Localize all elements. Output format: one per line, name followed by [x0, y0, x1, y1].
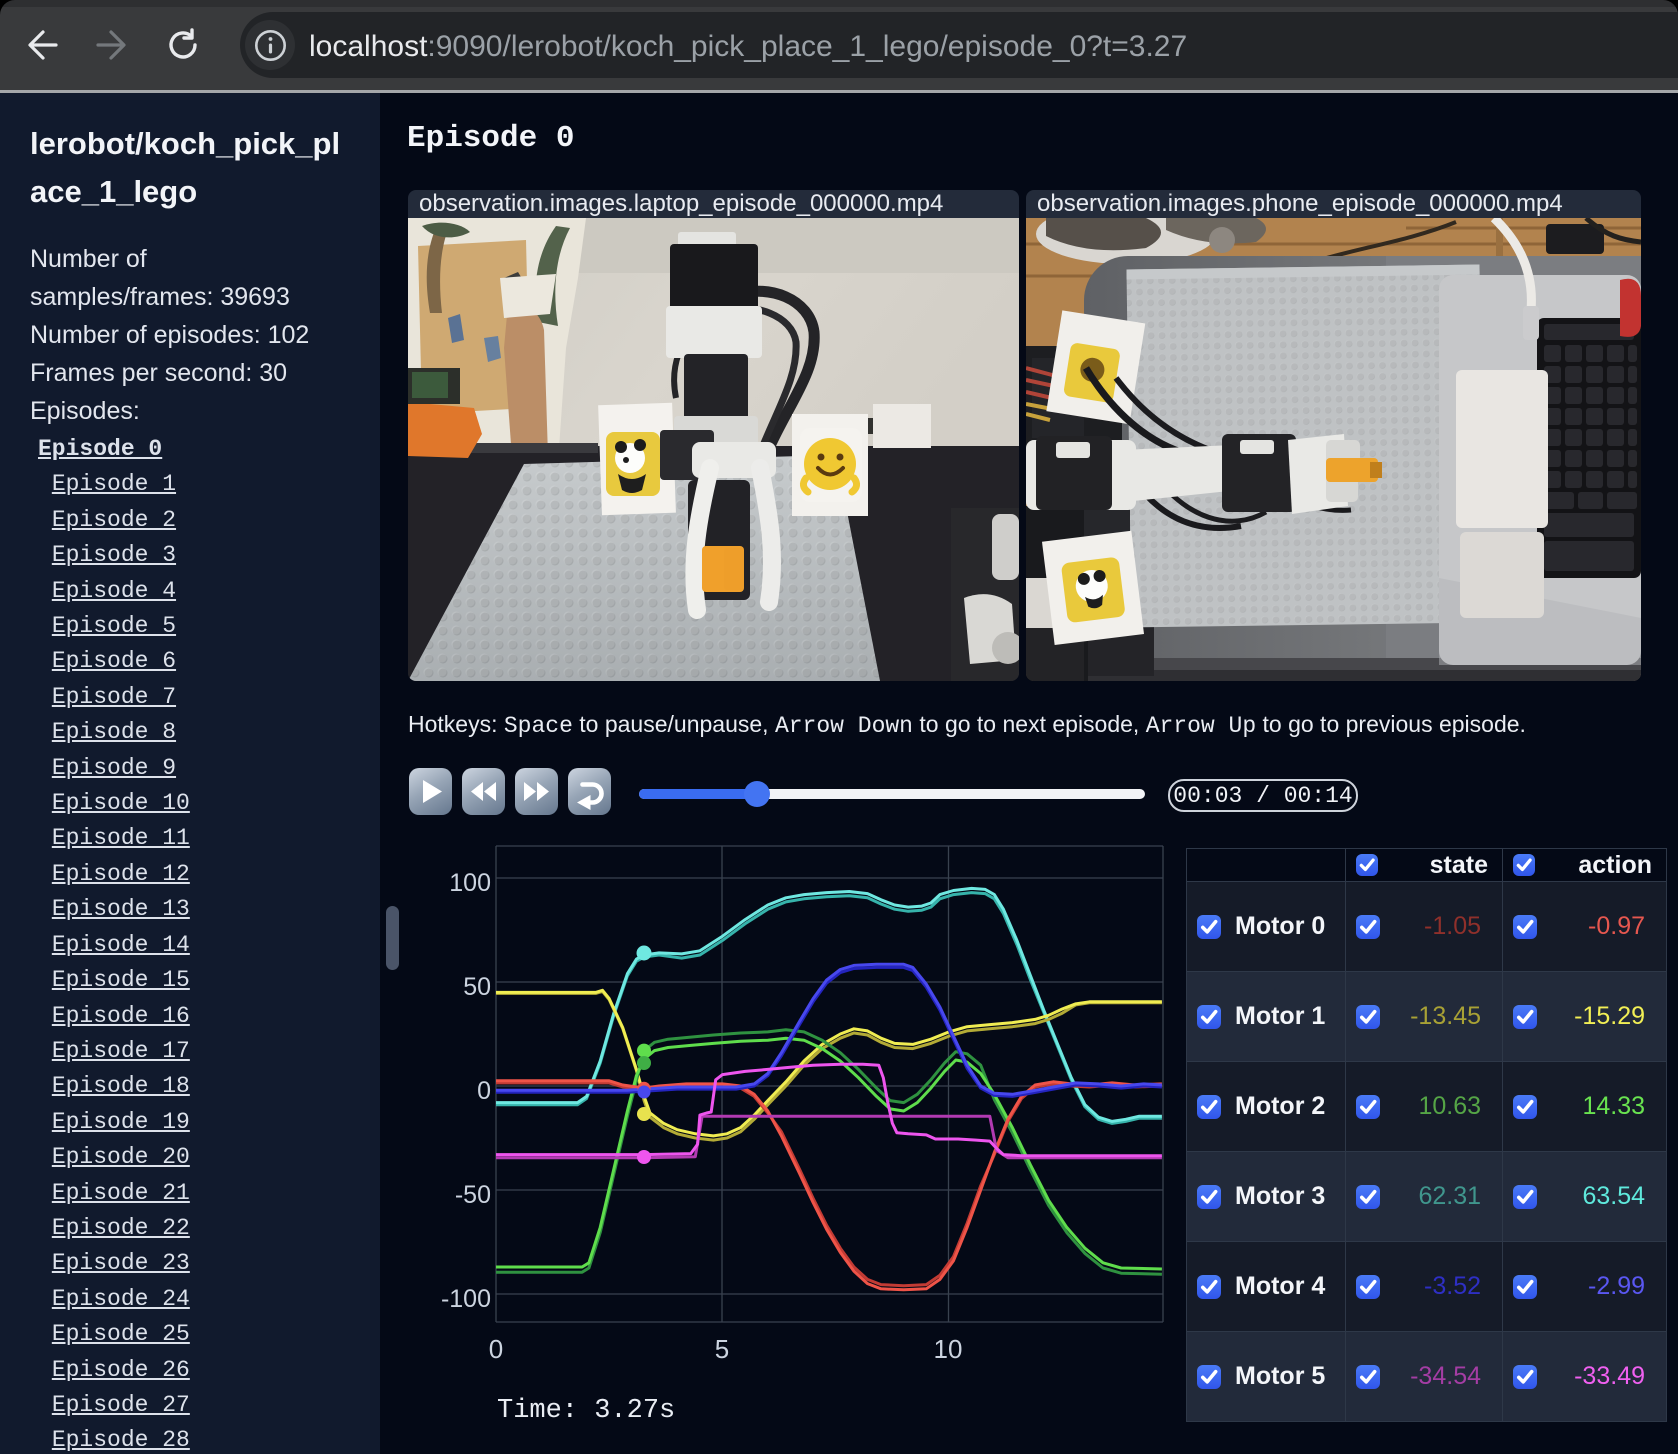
- svg-text:Time: 3.27s: Time: 3.27s: [497, 1396, 675, 1426]
- svg-text:0: 0: [489, 1334, 503, 1364]
- svg-text:100: 100: [449, 869, 491, 897]
- svg-text:50: 50: [463, 973, 491, 1001]
- svg-text:-50: -50: [455, 1181, 491, 1209]
- svg-text:0: 0: [477, 1077, 491, 1105]
- svg-text:5: 5: [715, 1334, 729, 1364]
- svg-text:-100: -100: [441, 1285, 491, 1313]
- svg-text:10: 10: [934, 1334, 963, 1364]
